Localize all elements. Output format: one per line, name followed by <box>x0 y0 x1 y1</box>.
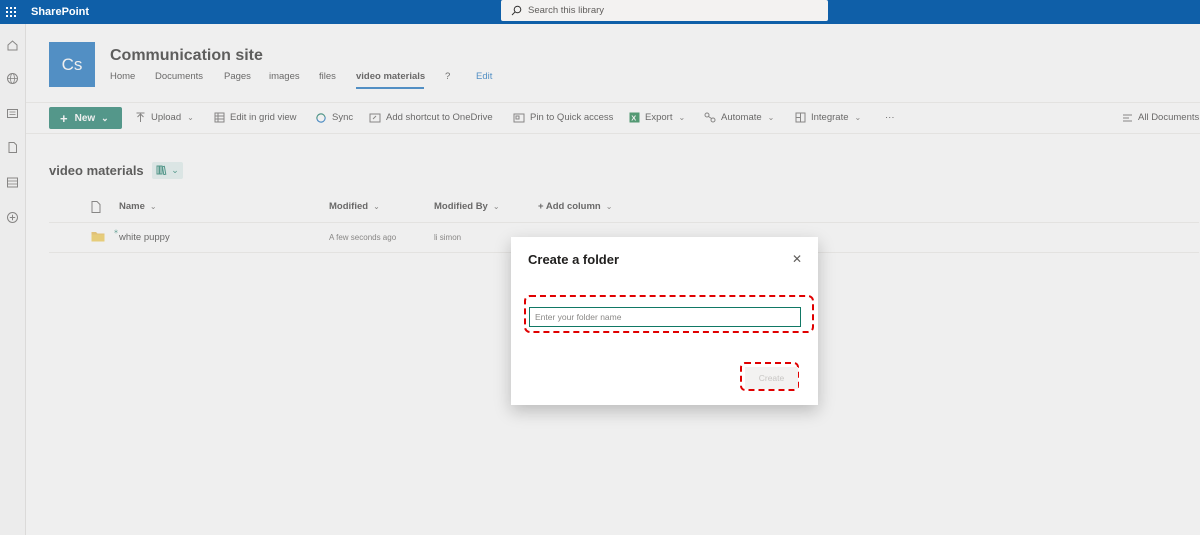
search-icon <box>511 5 522 16</box>
search-box[interactable]: Search this library <box>501 0 828 21</box>
app-launcher-waffle-icon[interactable] <box>0 0 22 24</box>
search-placeholder: Search this library <box>528 5 605 16</box>
create-folder-dialog: Create a folder ✕ Create <box>511 237 818 405</box>
folder-name-input[interactable] <box>529 307 801 327</box>
app-name[interactable]: SharePoint <box>31 6 89 18</box>
close-icon[interactable]: ✕ <box>791 252 803 266</box>
create-button[interactable]: Create <box>745 367 798 389</box>
dialog-title: Create a folder <box>528 252 620 267</box>
